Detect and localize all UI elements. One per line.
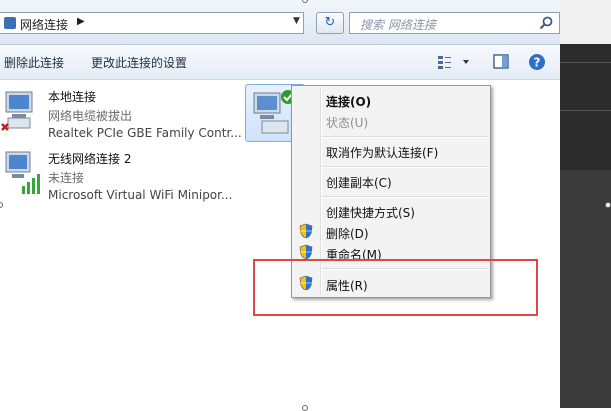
address-toolbar: 网络连接 ▶ ▼ ↻ 搜索 网络连接: [0, 0, 560, 45]
divider: [560, 62, 611, 63]
command-bar: 删除此连接 更改此连接的设置 ?: [0, 45, 560, 80]
menu-separator: [322, 136, 488, 138]
refresh-button[interactable]: ↻: [316, 12, 344, 34]
address-location[interactable]: 网络连接: [20, 16, 68, 33]
menu-item-cancel-default[interactable]: 取消作为默认连接(F): [326, 144, 438, 161]
chevron-right-icon[interactable]: ▶: [77, 16, 85, 27]
menu-item-delete[interactable]: 删除(D): [326, 225, 369, 242]
network-folder-icon: [4, 17, 16, 29]
preview-pane-icon[interactable]: [492, 53, 510, 71]
menu-item-create-shortcut[interactable]: 创建快捷方式(S): [326, 204, 415, 221]
menu-separator: [322, 196, 488, 198]
change-settings-button[interactable]: 更改此连接的设置: [91, 54, 187, 71]
annotation-highlight-box: [253, 259, 538, 316]
connection-device: Realtek PCIe GBE Family Contr...: [48, 126, 242, 140]
divider: [560, 110, 611, 111]
connection-device: Microsoft Virtual WiFi Minipor...: [48, 188, 233, 202]
uac-shield-icon: [299, 223, 313, 239]
menu-item-create-copy[interactable]: 创建副本(C): [326, 174, 392, 191]
connected-network-icon: [253, 90, 295, 134]
uac-shield-icon: [299, 244, 313, 260]
menu-separator: [322, 166, 488, 168]
search-icon[interactable]: [538, 15, 554, 31]
background-window-edge: [560, 0, 611, 408]
background-window-titlebar: [560, 0, 611, 44]
view-options-icon[interactable]: [436, 53, 472, 71]
search-box[interactable]: 搜索 网络连接: [349, 12, 560, 34]
address-bar[interactable]: 网络连接 ▶ ▼: [0, 12, 304, 34]
menu-item-connect[interactable]: 连接(O): [326, 93, 371, 110]
resize-handle: [302, 405, 308, 411]
background-window-panel: [560, 170, 611, 408]
wireless-network-icon: [5, 151, 40, 194]
help-icon[interactable]: ?: [528, 53, 546, 71]
wired-network-icon: [1, 91, 33, 131]
resize-handle: [605, 202, 611, 208]
connection-status: 网络电缆被拔出: [48, 109, 133, 123]
connection-name: 本地连接: [48, 90, 97, 104]
connection-name: 无线网络连接 2: [48, 152, 132, 166]
svg-text:?: ?: [534, 56, 541, 70]
delete-connection-button[interactable]: 删除此连接: [4, 54, 64, 71]
list-item-local-connection[interactable]: 本地连接 网络电缆被拔出 Realtek PCIe GBE Family Con…: [0, 88, 242, 144]
address-dropdown-icon[interactable]: ▼: [293, 16, 300, 26]
connection-status: 未连接: [48, 171, 85, 185]
list-item-wireless-connection[interactable]: 无线网络连接 2 未连接 Microsoft Virtual WiFi Mini…: [0, 150, 240, 206]
menu-item-status: 状态(U): [326, 116, 369, 130]
search-input[interactable]: 搜索 网络连接: [360, 16, 436, 33]
